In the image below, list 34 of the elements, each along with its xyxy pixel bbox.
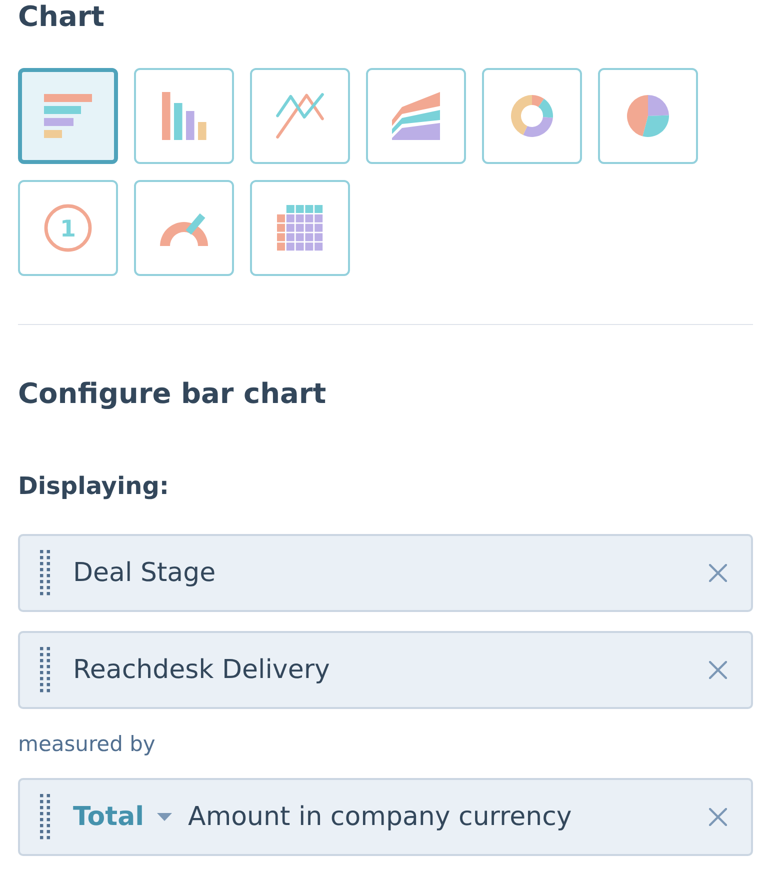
- drag-handle-icon[interactable]: [40, 794, 50, 840]
- measure-chip[interactable]: Total Amount in company currency: [18, 778, 753, 856]
- section-heading: Chart: [18, 0, 106, 34]
- pie-chart-icon: [627, 95, 669, 137]
- dimension-label: Reachdesk Delivery: [73, 654, 330, 686]
- donut-chart-icon: [511, 95, 553, 137]
- chart-type-button[interactable]: [250, 180, 350, 276]
- area-chart-icon: [392, 92, 440, 140]
- chart-type-button[interactable]: [366, 68, 466, 164]
- horizontal-bar-chart-icon: [44, 94, 92, 138]
- caret-icon: [157, 813, 172, 821]
- chart-type-button[interactable]: [134, 180, 234, 276]
- gauge-chart-icon: [160, 210, 208, 246]
- displaying-label: Displaying:: [18, 471, 170, 501]
- close-icon: [709, 808, 727, 826]
- dimension-label: Deal Stage: [73, 557, 216, 589]
- close-icon: [709, 564, 727, 582]
- close-icon: [709, 661, 727, 679]
- chart-type-button[interactable]: [250, 68, 350, 164]
- chart-type-button[interactable]: [134, 68, 234, 164]
- measure-label: Amount in company currency: [188, 801, 572, 833]
- line-chart-icon: [276, 93, 324, 139]
- single-value-icon: 1: [44, 204, 92, 252]
- drag-handle-icon[interactable]: [40, 647, 50, 693]
- vertical-bar-chart-icon: [162, 92, 206, 140]
- dimension-chip[interactable]: Deal Stage: [18, 534, 753, 612]
- measured-by-label: measured by: [18, 731, 156, 757]
- section-title: Configure bar chart: [18, 376, 328, 412]
- drag-handle-icon[interactable]: [40, 550, 50, 596]
- chart-type-button[interactable]: [18, 68, 118, 164]
- chart-type-button[interactable]: [598, 68, 698, 164]
- dimension-chip[interactable]: Reachdesk Delivery: [18, 631, 753, 709]
- chart-type-button[interactable]: [482, 68, 582, 164]
- heatmap-chart-icon: [277, 205, 323, 251]
